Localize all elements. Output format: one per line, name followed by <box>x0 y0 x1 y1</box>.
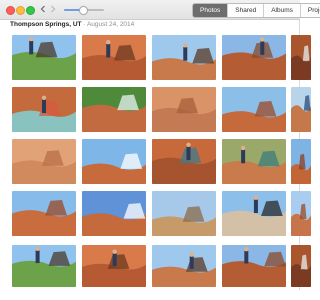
photo-thumbnail[interactable] <box>152 191 216 236</box>
photo-image <box>222 245 286 287</box>
photo-thumbnail[interactable] <box>291 191 311 236</box>
photo-thumbnail[interactable] <box>291 35 311 80</box>
chevron-right-icon <box>51 5 56 13</box>
photo-thumbnail[interactable] <box>12 191 76 236</box>
photo-thumbnail[interactable] <box>82 35 146 80</box>
photo-thumbnail[interactable] <box>82 245 146 287</box>
photo-image <box>82 35 146 80</box>
photo-thumbnail[interactable] <box>12 245 76 287</box>
photo-image <box>152 245 216 287</box>
tab-photos[interactable]: Photos <box>193 4 229 17</box>
photo-thumbnail[interactable] <box>152 87 216 132</box>
photo-person-head <box>240 145 246 151</box>
photo-image <box>222 191 286 236</box>
tab-shared[interactable]: Shared <box>228 4 265 17</box>
photo-image <box>152 139 216 184</box>
photo-person-head <box>186 142 191 148</box>
photo-person-head <box>189 252 194 257</box>
photo-thumbnail[interactable] <box>82 139 146 184</box>
photo-thumbnail[interactable] <box>291 139 311 184</box>
forward-button[interactable] <box>48 4 58 14</box>
photo-image <box>82 87 146 132</box>
photo-person <box>183 47 188 61</box>
zoom-window-button[interactable] <box>26 6 35 15</box>
zoom-slider[interactable] <box>64 6 104 15</box>
photo-person-head <box>244 247 249 252</box>
photo-thumbnail[interactable] <box>12 35 76 80</box>
view-tabs: Photos Shared Albums Proje <box>192 3 320 18</box>
photo-thumbnail[interactable] <box>152 35 216 80</box>
photo-image <box>222 87 286 132</box>
zoom-slider-knob[interactable] <box>78 6 88 15</box>
photo-image <box>222 139 286 184</box>
photo-image <box>12 35 76 80</box>
tab-albums[interactable]: Albums <box>264 4 301 17</box>
photo-image <box>291 191 311 236</box>
photo-thumbnail[interactable] <box>222 191 286 236</box>
photo-person <box>29 40 34 55</box>
photo-image <box>12 139 76 184</box>
photo-thumbnail[interactable] <box>222 87 286 132</box>
photo-person <box>241 149 246 164</box>
photo-image <box>291 35 311 80</box>
photo-image <box>152 191 216 236</box>
photo-thumbnail[interactable] <box>152 139 216 184</box>
photo-thumbnail[interactable] <box>12 87 76 132</box>
photo-image <box>291 139 311 184</box>
photo-thumbnail[interactable] <box>291 245 311 287</box>
photo-person-head <box>112 249 117 254</box>
minimize-window-button[interactable] <box>16 6 25 15</box>
moment-location[interactable]: Thompson Springs, UT <box>10 21 82 28</box>
photo-person <box>253 199 258 214</box>
title-bar: Photos Shared Albums Proje <box>0 0 320 20</box>
photo-image <box>291 87 311 132</box>
photo-thumbnail[interactable] <box>12 139 76 184</box>
photo-image <box>152 35 216 80</box>
photo-image <box>222 35 286 80</box>
moment-header: Thompson Springs, UT · August 24, 2014 <box>10 20 134 30</box>
photo-person <box>35 250 40 264</box>
photo-person <box>186 146 191 161</box>
photo-thumbnail[interactable] <box>222 245 286 287</box>
photo-thumbnail[interactable] <box>152 245 216 287</box>
photo-image <box>12 245 76 287</box>
photo-image <box>82 139 146 184</box>
photo-person <box>106 44 111 58</box>
close-window-button[interactable] <box>6 6 15 15</box>
photo-person <box>260 41 265 55</box>
photo-thumbnail[interactable] <box>82 191 146 236</box>
photo-image <box>12 87 76 132</box>
back-button[interactable] <box>38 4 48 14</box>
photo-image <box>291 245 311 287</box>
photo-person-head <box>29 36 34 42</box>
photo-person-head <box>260 37 265 42</box>
photo-person-head <box>253 195 259 200</box>
photo-person-head <box>35 246 40 251</box>
photo-person-head <box>106 40 111 45</box>
photo-person <box>42 99 46 114</box>
photo-thumbnail[interactable] <box>222 139 286 184</box>
photo-thumbnail[interactable] <box>82 87 146 132</box>
photos-app-window: Photos Shared Albums Proje Thompson Spri… <box>0 0 320 290</box>
photo-person <box>189 256 194 269</box>
photo-image <box>82 245 146 287</box>
photo-person-head <box>183 43 188 48</box>
chevron-left-icon <box>40 5 45 13</box>
photo-person-head <box>41 95 47 100</box>
photo-person <box>112 253 117 266</box>
photo-thumbnail[interactable] <box>222 35 286 80</box>
photo-image <box>152 87 216 132</box>
moment-date: August 24, 2014 <box>86 21 135 28</box>
photo-person <box>244 250 249 264</box>
photo-image <box>12 191 76 236</box>
photo-thumbnail[interactable] <box>291 87 311 132</box>
tab-projects[interactable]: Proje <box>301 4 320 17</box>
header-separator: · <box>83 21 86 28</box>
photo-image <box>82 191 146 236</box>
